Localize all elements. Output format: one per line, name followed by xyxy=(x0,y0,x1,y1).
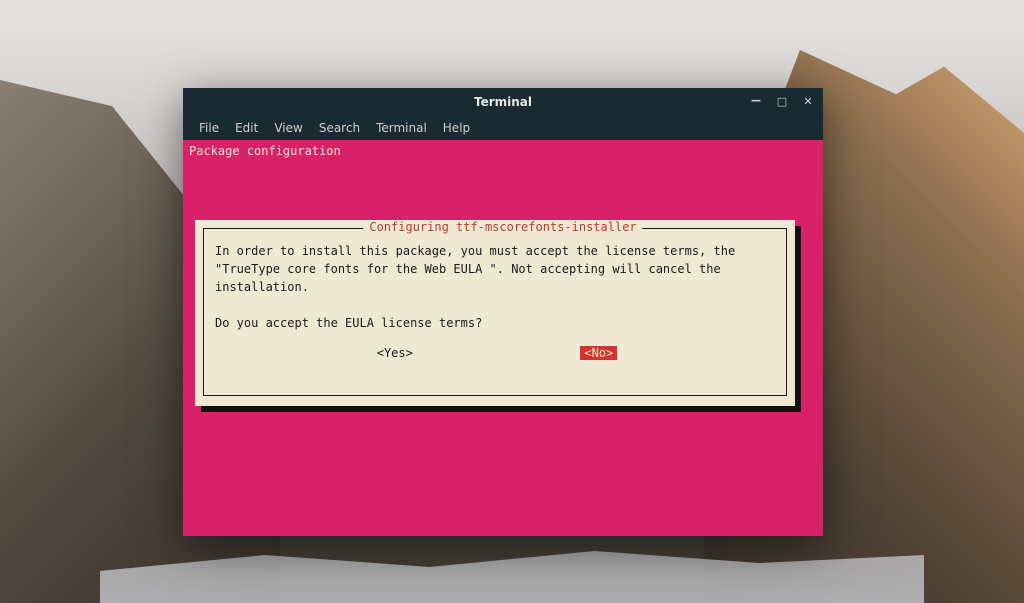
menu-edit[interactable]: Edit xyxy=(227,119,266,137)
terminal-window: Terminal File Edit View Search Terminal … xyxy=(183,88,823,536)
package-config-header: Package configuration xyxy=(187,144,819,158)
window-title: Terminal xyxy=(474,95,532,109)
minimize-icon[interactable] xyxy=(747,92,765,110)
dialog-line2: "TrueType core fonts for the Web EULA ".… xyxy=(215,262,721,276)
titlebar[interactable]: Terminal xyxy=(183,88,823,116)
yes-button[interactable]: <Yes> xyxy=(373,346,417,360)
dialog-body: In order to install this package, you mu… xyxy=(211,232,779,342)
menu-search[interactable]: Search xyxy=(311,119,368,137)
window-controls xyxy=(747,92,817,110)
menu-terminal[interactable]: Terminal xyxy=(368,119,435,137)
dialog-line1: In order to install this package, you mu… xyxy=(215,244,735,258)
menu-help[interactable]: Help xyxy=(435,119,478,137)
terminal-content[interactable]: Package configuration In order to instal… xyxy=(183,140,823,536)
menu-view[interactable]: View xyxy=(266,119,310,137)
menu-file[interactable]: File xyxy=(191,119,227,137)
close-icon[interactable] xyxy=(799,92,817,110)
menubar: File Edit View Search Terminal Help xyxy=(183,116,823,140)
debconf-dialog: In order to install this package, you mu… xyxy=(195,220,795,406)
dialog-question: Do you accept the EULA license terms? xyxy=(215,316,482,330)
dialog-line3: installation. xyxy=(215,280,309,294)
dialog-button-row: <Yes> <No> xyxy=(211,346,779,360)
dialog-title: Configuring ttf-mscorefonts-installer xyxy=(363,220,642,234)
no-button[interactable]: <No> xyxy=(580,346,617,360)
maximize-icon[interactable] xyxy=(773,92,791,110)
